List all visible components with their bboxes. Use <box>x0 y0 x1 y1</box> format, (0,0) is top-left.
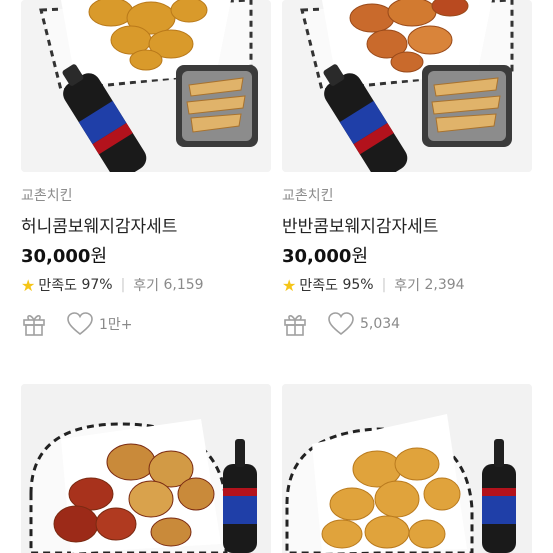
heart-icon[interactable] <box>67 312 93 336</box>
chicken-set-photo <box>282 0 532 172</box>
product-image[interactable] <box>21 0 271 172</box>
satisfaction-value: 95% <box>342 277 374 293</box>
review-label: 후기 <box>394 278 421 294</box>
divider: | <box>120 277 126 293</box>
action-row: 5,034 <box>282 311 400 337</box>
gift-icon[interactable] <box>21 311 47 337</box>
product-image[interactable] <box>282 0 532 172</box>
price-unit: 원 <box>90 246 108 267</box>
rating-row: ★ 만족도 95% | 후기 2,394 <box>282 275 465 295</box>
product-image[interactable] <box>21 384 271 553</box>
chicken-set-photo <box>282 384 532 553</box>
satisfaction-label: 만족도 <box>38 278 77 294</box>
product-name[interactable]: 허니콤보웨지감자세트 <box>21 212 177 237</box>
rating-row: ★ 만족도 97% | 후기 6,159 <box>21 275 204 295</box>
like-count: 5,034 <box>360 316 401 332</box>
chicken-set-photo <box>21 0 271 172</box>
like-count: 1만+ <box>99 317 133 333</box>
product-name[interactable]: 반반콤보웨지감자세트 <box>282 212 438 237</box>
review-count: 6,159 <box>163 277 204 293</box>
satisfaction-value: 97% <box>81 277 113 293</box>
heart-icon[interactable] <box>328 312 354 336</box>
gift-icon[interactable] <box>282 311 308 337</box>
divider: | <box>381 277 387 293</box>
star-icon: ★ <box>282 275 297 295</box>
brand-name: 교촌치킨 <box>282 188 334 204</box>
price-value: 30,000 <box>21 246 91 267</box>
product-price: 30,000원 <box>21 242 107 268</box>
chicken-set-photo <box>21 384 271 553</box>
product-price: 30,000원 <box>282 242 368 268</box>
price-unit: 원 <box>351 246 369 267</box>
review-count: 2,394 <box>424 277 465 293</box>
price-value: 30,000 <box>282 246 352 267</box>
product-image[interactable] <box>282 384 532 553</box>
review-label: 후기 <box>133 278 160 294</box>
brand-name: 교촌치킨 <box>21 188 73 204</box>
satisfaction-label: 만족도 <box>299 278 338 294</box>
star-icon: ★ <box>21 275 36 295</box>
action-row: 1만+ <box>21 311 133 337</box>
